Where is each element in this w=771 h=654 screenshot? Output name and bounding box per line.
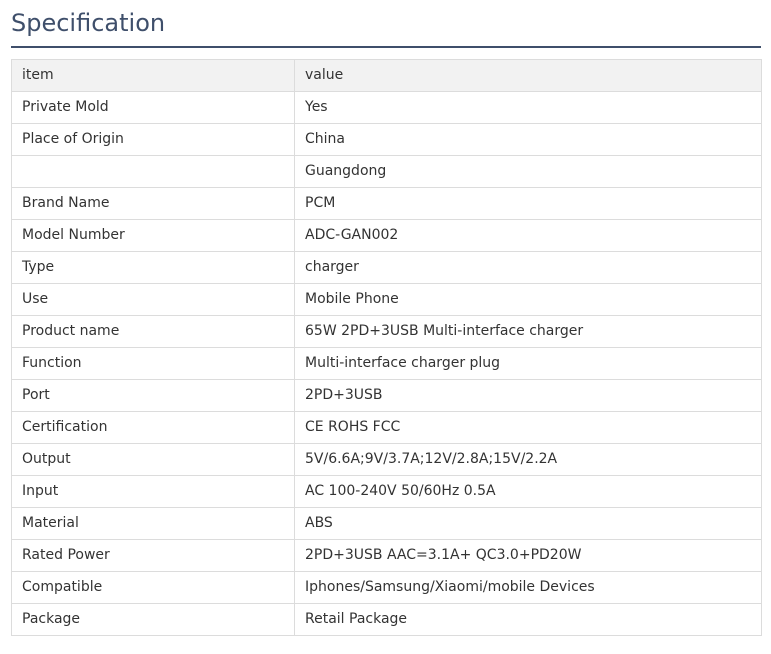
value-cell: AC 100-240V 50/60Hz 0.5A	[294, 475, 762, 508]
item-cell: Function	[11, 347, 295, 380]
value-cell: Retail Package	[294, 603, 762, 636]
value-cell: Iphones/Samsung/Xiaomi/mobile Devices	[294, 571, 762, 604]
value-cell: 2PD+3USB	[294, 379, 762, 412]
value-cell: CE ROHS FCC	[294, 411, 762, 444]
item-cell: Output	[11, 443, 295, 476]
table-header-row: item value	[11, 59, 762, 92]
table-row: Compatible Iphones/Samsung/Xiaomi/mobile…	[11, 571, 762, 604]
table-row: Certification CE ROHS FCC	[11, 411, 762, 444]
table-row: Function Multi-interface charger plug	[11, 347, 762, 380]
item-cell	[11, 155, 295, 188]
table-row: Place of Origin China	[11, 123, 762, 156]
table-row: Model Number ADC-GAN002	[11, 219, 762, 252]
section-title: Specification	[11, 9, 166, 37]
table-row: Material ABS	[11, 507, 762, 540]
value-cell: 2PD+3USB AAC=3.1A+ QC3.0+PD20W	[294, 539, 762, 572]
item-cell: Input	[11, 475, 295, 508]
value-cell: 5V/6.6A;9V/3.7A;12V/2.8A;15V/2.2A	[294, 443, 762, 476]
item-cell: Private Mold	[11, 91, 295, 124]
item-cell: Type	[11, 251, 295, 284]
item-cell: Package	[11, 603, 295, 636]
table-row: Brand Name PCM	[11, 187, 762, 220]
item-cell: Compatible	[11, 571, 295, 604]
table-row: Guangdong	[11, 155, 762, 188]
item-cell: Place of Origin	[11, 123, 295, 156]
value-cell: Mobile Phone	[294, 283, 762, 316]
table-row: Private Mold Yes	[11, 91, 762, 124]
value-cell: PCM	[294, 187, 762, 220]
header-value-cell: value	[294, 59, 762, 92]
item-cell: Use	[11, 283, 295, 316]
table-row: Product name 65W 2PD+3USB Multi-interfac…	[11, 315, 762, 348]
specification-section: Specification item value Private Mold Ye…	[0, 0, 771, 654]
value-cell: Guangdong	[294, 155, 762, 188]
item-cell: Rated Power	[11, 539, 295, 572]
table-row: Package Retail Package	[11, 603, 762, 636]
specification-table: item value Private Mold Yes Place of Ori…	[11, 59, 762, 636]
item-cell: Certification	[11, 411, 295, 444]
value-cell: charger	[294, 251, 762, 284]
value-cell: Multi-interface charger plug	[294, 347, 762, 380]
item-cell: Product name	[11, 315, 295, 348]
table-row: Type charger	[11, 251, 762, 284]
item-cell: Brand Name	[11, 187, 295, 220]
item-cell: Material	[11, 507, 295, 540]
table-row: Input AC 100-240V 50/60Hz 0.5A	[11, 475, 762, 508]
header-item-cell: item	[11, 59, 295, 92]
value-cell: ADC-GAN002	[294, 219, 762, 252]
table-row: Rated Power 2PD+3USB AAC=3.1A+ QC3.0+PD2…	[11, 539, 762, 572]
title-divider	[11, 46, 761, 48]
table-row: Port 2PD+3USB	[11, 379, 762, 412]
item-cell: Port	[11, 379, 295, 412]
table-row: Use Mobile Phone	[11, 283, 762, 316]
value-cell: China	[294, 123, 762, 156]
value-cell: ABS	[294, 507, 762, 540]
value-cell: Yes	[294, 91, 762, 124]
item-cell: Model Number	[11, 219, 295, 252]
value-cell: 65W 2PD+3USB Multi-interface charger	[294, 315, 762, 348]
table-row: Output 5V/6.6A;9V/3.7A;12V/2.8A;15V/2.2A	[11, 443, 762, 476]
